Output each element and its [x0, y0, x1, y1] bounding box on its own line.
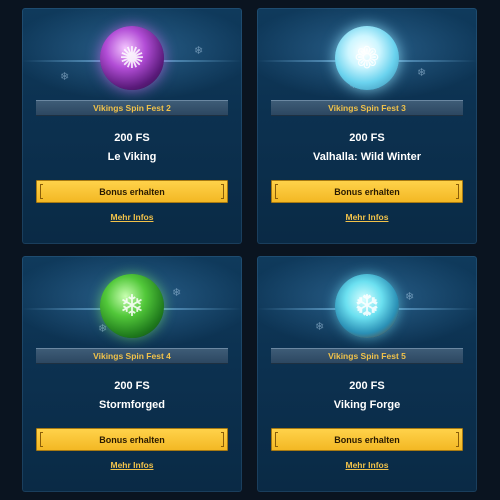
bonus-claim-button[interactable]: Bonus erhalten — [36, 428, 228, 451]
snowflake-icon: ❄ — [405, 290, 415, 303]
bonus-claim-button[interactable]: Bonus erhalten — [271, 428, 463, 451]
free-spins-amount: 200 FS — [349, 132, 385, 144]
promo-grid: ❄ ❄ ✺ Vikings Spin Fest 2 200 FS Le Viki… — [0, 0, 500, 500]
bonus-claim-button[interactable]: Bonus erhalten — [271, 180, 463, 203]
snowflake-icon: ❄ — [315, 320, 325, 333]
teal-snow-globe-icon: ❆ — [335, 274, 399, 338]
promo-card: ❄ ❄ ❁ Vikings Spin Fest 3 200 FS Valhall… — [257, 8, 477, 244]
snowflake-icon: ❄ — [172, 286, 182, 299]
free-spins-amount: 200 FS — [114, 132, 150, 144]
more-info-link[interactable]: Mehr Infos — [22, 460, 242, 470]
more-info-link[interactable]: Mehr Infos — [22, 212, 242, 222]
snowflake-icon: ❄ — [194, 44, 204, 57]
promo-title-ribbon: Vikings Spin Fest 2 — [36, 100, 228, 116]
snowflake-icon: ❄ — [60, 70, 70, 83]
promo-title-ribbon: Vikings Spin Fest 3 — [271, 100, 463, 116]
more-info-link[interactable]: Mehr Infos — [257, 212, 477, 222]
promo-card: ❄ ❄ ❄ Vikings Spin Fest 4 200 FS Stormfo… — [22, 256, 242, 492]
green-holly-orb-icon: ❄ — [100, 274, 164, 338]
game-name: Stormforged — [99, 399, 165, 411]
game-name: Viking Forge — [333, 399, 401, 411]
promo-title-ribbon: Vikings Spin Fest 4 — [36, 348, 228, 364]
promo-title-ribbon: Vikings Spin Fest 5 — [271, 348, 463, 364]
free-spins-amount: 200 FS — [349, 380, 385, 392]
game-name: Valhalla: Wild Winter — [313, 151, 421, 163]
free-spins-amount: 200 FS — [114, 380, 150, 392]
promo-card: ❄ ❄ ✺ Vikings Spin Fest 2 200 FS Le Viki… — [22, 8, 242, 244]
purple-crystal-orb-icon: ✺ — [100, 26, 164, 90]
snowflake-icon: ❄ — [417, 66, 427, 79]
game-name: Le Viking — [107, 151, 157, 163]
more-info-link[interactable]: Mehr Infos — [257, 460, 477, 470]
promo-card: ❄ ❄ ❆ Vikings Spin Fest 5 200 FS Viking … — [257, 256, 477, 492]
white-snowflake-orb-icon: ❁ — [335, 26, 399, 90]
bonus-claim-button[interactable]: Bonus erhalten — [36, 180, 228, 203]
